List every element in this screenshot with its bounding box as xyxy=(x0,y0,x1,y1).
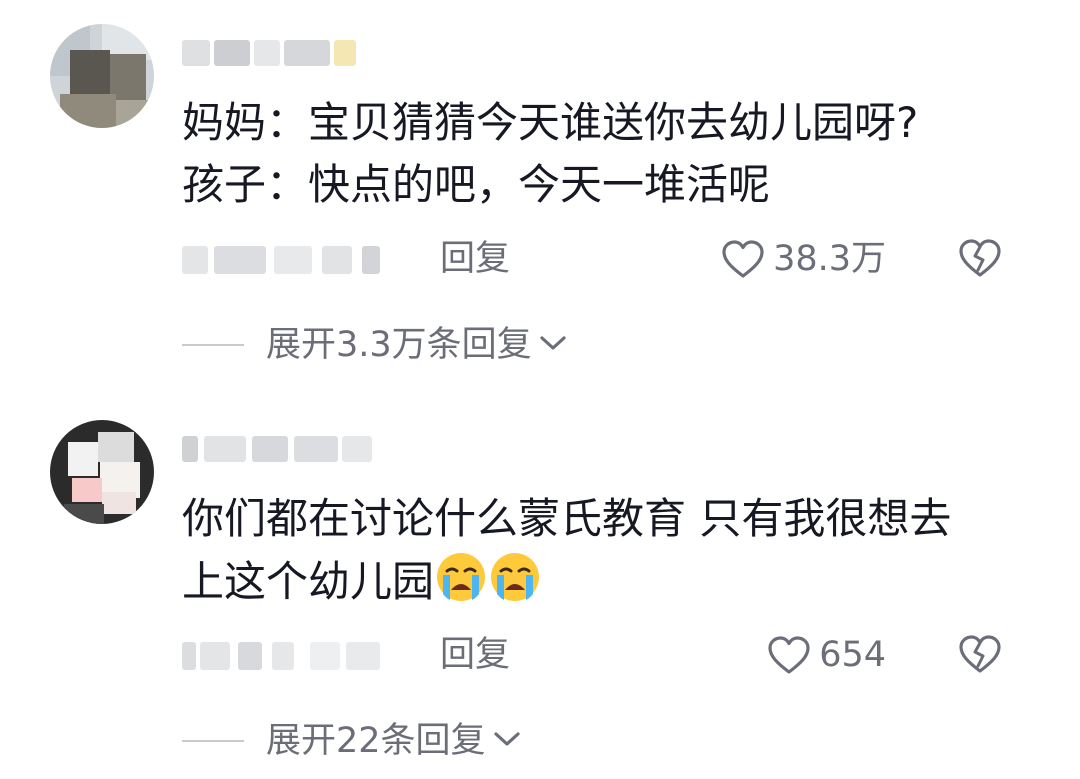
expand-replies-button[interactable]: 展开22条回复 xyxy=(182,716,522,766)
like-button[interactable]: 38.3万 xyxy=(721,234,886,284)
avatar[interactable] xyxy=(50,24,154,128)
like-button[interactable]: 654 xyxy=(767,630,886,680)
crying-face-emoji xyxy=(434,550,488,604)
username[interactable] xyxy=(182,34,382,74)
broken-heart-icon[interactable] xyxy=(958,238,1002,282)
reply-button[interactable]: 回复 xyxy=(440,630,510,680)
date-location xyxy=(182,642,196,670)
like-count: 38.3万 xyxy=(773,239,886,279)
username[interactable] xyxy=(182,430,382,470)
comment-text: 妈妈：宝贝猜猜今天谁送你去幼儿园呀? 孩子：快点的吧，今天一堆活呢 xyxy=(182,92,1042,216)
expand-replies-button[interactable]: 展开3.3万条回复 xyxy=(182,320,568,370)
reply-button[interactable]: 回复 xyxy=(440,234,510,284)
avatar[interactable] xyxy=(50,420,154,524)
like-count: 654 xyxy=(819,635,886,675)
heart-icon xyxy=(767,635,811,675)
comment-line: 上这个幼儿园 xyxy=(182,557,435,606)
comment-meta: 回复 654 xyxy=(182,630,1042,680)
broken-heart-icon[interactable] xyxy=(958,634,1002,678)
comment-line: 你们都在讨论什么蒙氏教育 只有我很想去 xyxy=(182,494,952,543)
divider xyxy=(182,344,244,346)
comment-text: 你们都在讨论什么蒙氏教育 只有我很想去 上这个幼儿园 xyxy=(182,488,1042,613)
comment-line: 妈妈：宝贝猜猜今天谁送你去幼儿园呀? xyxy=(182,98,919,147)
expand-replies-label: 展开22条回复 xyxy=(266,721,486,761)
chevron-down-icon xyxy=(532,333,568,357)
comment-meta: 回复 38.3万 xyxy=(182,234,1042,284)
heart-icon xyxy=(721,239,765,279)
date-location xyxy=(182,246,208,274)
comment-line: 孩子：快点的吧，今天一堆活呢 xyxy=(182,160,771,209)
divider xyxy=(182,740,244,742)
crying-face-emoji xyxy=(488,550,542,604)
chevron-down-icon xyxy=(486,729,522,753)
expand-replies-label: 展开3.3万条回复 xyxy=(266,325,532,365)
